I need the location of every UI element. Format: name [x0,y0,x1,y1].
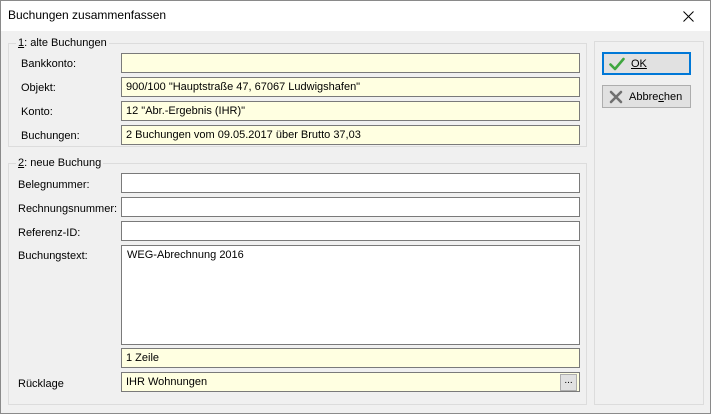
referenz-id-label: Referenz-ID: [18,227,81,239]
referenz-id-input[interactable] [121,221,580,241]
ok-label: OK [631,57,647,70]
ruecklage-field[interactable]: IHR Wohnungen [121,372,580,392]
objekt-field[interactable]: 900/100 "Hauptstraße 47, 67067 Ludwigsha… [121,77,580,97]
buchungstext-label: Buchungstext: [18,250,88,262]
buchungen-label: Buchungen: [21,130,80,142]
checkmark-icon [609,57,625,70]
cross-icon [609,90,623,103]
cancel-label: Abbrechen [629,90,683,103]
dialog-window: Buchungen zusammenfassen 1: alte Buchung… [0,0,711,414]
belegnummer-input[interactable] [121,173,580,193]
buchungen-field[interactable]: 2 Buchungen vom 09.05.2017 über Brutto 3… [121,125,580,145]
cancel-button[interactable]: Abbrechen [602,85,691,108]
ok-button[interactable]: OK [602,52,691,75]
bankkonto-label: Bankkonto: [21,58,77,70]
line-count-field: 1 Zeile [121,348,580,368]
close-icon [682,10,694,22]
title-bar: Buchungen zusammenfassen [1,1,710,31]
objekt-label: Objekt: [21,82,56,94]
bankkonto-field[interactable] [121,53,580,73]
ruecklage-browse-button[interactable]: ... [560,374,577,391]
group-old-bookings-title: 1: alte Buchungen [16,37,109,49]
rechnungsnummer-input[interactable] [121,197,580,217]
group-new-booking-title: 2: neue Buchung [16,157,104,169]
window-title: Buchungen zusammenfassen [8,8,167,22]
konto-label: Konto: [21,106,53,118]
belegnummer-label: Belegnummer: [18,179,90,191]
rechnungsnummer-label: Rechnungsnummer: [18,203,118,215]
ruecklage-label: Rücklage [18,378,64,390]
close-button[interactable] [666,1,710,31]
buchungstext-textarea[interactable]: WEG-Abrechnung 2016 [121,245,580,345]
konto-field[interactable]: 12 "Abr.-Ergebnis (IHR)" [121,101,580,121]
